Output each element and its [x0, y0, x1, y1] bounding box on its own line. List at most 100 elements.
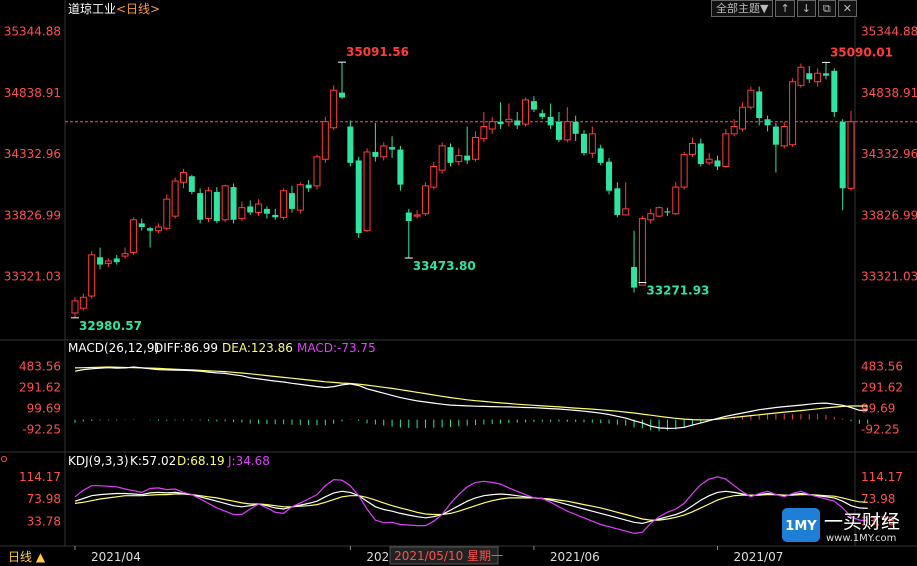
candle-down — [539, 113, 546, 117]
candle-up — [238, 207, 246, 220]
candle-down — [714, 160, 721, 167]
candle-down — [555, 121, 562, 140]
macd-tick-left: 291.62 — [19, 381, 61, 395]
theme-dropdown[interactable]: 全部主题▼ — [711, 0, 774, 17]
period-selector[interactable]: 日线 ▲ — [8, 550, 46, 564]
candle-down — [188, 176, 195, 192]
macd-tick-right: 99.69 — [861, 402, 895, 416]
candle-up — [71, 300, 79, 314]
candle-up — [179, 172, 187, 183]
stock-chart[interactable]: 35344.88 35344.88 34838.91 34838.91 34332.96… — [0, 0, 917, 566]
candle-up — [705, 158, 713, 164]
macd-tick-right: 483.56 — [861, 359, 903, 373]
candle-down — [372, 151, 379, 157]
chart-toolbar: 全部主题▼ ↑ ↓ ⧉ ✕ — [711, 0, 857, 17]
kdj-legend-k: K:57.02 — [130, 454, 176, 468]
x-tick-label: 2021/04 — [91, 550, 141, 564]
low-label: 33473.80 — [413, 259, 476, 273]
candle-down — [530, 101, 537, 110]
chart-period: <日线> — [116, 2, 160, 16]
candle-up — [622, 208, 630, 216]
price-tick-right: 34838.91 — [861, 86, 917, 100]
candle-up — [280, 190, 288, 218]
macd-legend-dea: DEA:123.86 — [222, 341, 293, 355]
price-tick-left: 33321.03 — [4, 270, 61, 284]
candle-up — [363, 151, 371, 232]
candle-up — [780, 126, 788, 147]
candle-down — [572, 121, 579, 134]
candle-down — [405, 212, 412, 221]
candle-down — [213, 191, 220, 221]
kdj-tick-right: 73.98 — [861, 492, 895, 506]
price-tick-left: 33826.99 — [4, 208, 61, 222]
candle-down — [113, 258, 120, 263]
macd-legend-macd: MACD:-73.75 — [297, 341, 376, 355]
candle-down — [355, 160, 362, 234]
candle-up — [655, 207, 663, 217]
arrow-up-icon[interactable]: ↑ — [775, 0, 795, 17]
macd-tick-right: 291.62 — [861, 381, 903, 395]
candle-down — [547, 116, 554, 126]
candle-down — [339, 92, 346, 98]
candle-up — [438, 145, 446, 171]
macd-tick-left: -92.25 — [22, 423, 61, 437]
watermark: 1MY 一买财经www.1MY.com — [782, 508, 900, 544]
candle-up — [313, 156, 321, 187]
close-icon[interactable]: ✕ — [837, 0, 857, 17]
price-tick-left: 34838.91 — [4, 86, 61, 100]
restore-icon[interactable]: ⧉ — [817, 0, 836, 17]
candle-up — [563, 121, 571, 141]
macd-legend-diff: DIFF:86.99 — [154, 341, 218, 355]
candle-up — [255, 203, 263, 214]
logo-text: 1MY — [785, 519, 817, 534]
candle-up — [472, 136, 480, 160]
candle-down — [597, 148, 604, 163]
arrow-down-icon[interactable]: ↓ — [796, 0, 816, 17]
candle-down — [447, 147, 454, 163]
candle-up — [638, 218, 646, 286]
candle-up — [814, 72, 822, 83]
candle-up — [413, 214, 421, 217]
kdj-legend-j: J:34.68 — [227, 454, 270, 468]
candle-up — [522, 99, 530, 125]
price-tick-left: 34332.96 — [4, 147, 61, 161]
chart-title: 道琼工业 — [68, 1, 116, 16]
low-label: 33271.93 — [646, 283, 709, 297]
candle-down — [580, 133, 587, 154]
candle-up — [588, 133, 596, 154]
candle-up — [680, 153, 688, 188]
candle-up — [647, 213, 655, 221]
candle-up — [205, 190, 213, 220]
candle-down — [806, 73, 813, 80]
candle-up — [121, 253, 129, 257]
kdj-d-line — [74, 493, 868, 521]
kdj-legend-name: KDJ(9,3,3) — [68, 454, 129, 468]
candle-up — [797, 66, 805, 86]
price-tick-right: 33321.03 — [861, 270, 917, 284]
price-tick-right: 34332.96 — [861, 147, 917, 161]
candle-up — [739, 106, 747, 130]
kdj-legend-d: D:68.19 — [177, 454, 225, 468]
price-tick-right: 35344.88 — [861, 25, 917, 39]
candle-up — [747, 89, 755, 108]
candle-down — [664, 211, 671, 213]
candle-up — [488, 121, 496, 130]
x-tick-label: 2021/06 — [550, 550, 600, 564]
candle-down — [263, 208, 270, 214]
candle-up — [171, 180, 179, 217]
macd-tick-right: -92.25 — [861, 423, 900, 437]
macd-tick-left: 99.69 — [27, 402, 61, 416]
macd-tick-left: 483.56 — [19, 359, 61, 373]
macd-legend-name: MACD(26,12,9) — [68, 341, 159, 355]
candle-up — [88, 254, 96, 297]
candle-down — [822, 73, 829, 76]
candle-down — [397, 149, 404, 185]
candle-down — [347, 126, 354, 163]
candle-down — [305, 184, 312, 189]
kdj-tick-right: 114.17 — [861, 470, 903, 484]
candle-down — [839, 121, 846, 189]
crosshair-date-label: 2021/05/10 星期一 — [394, 549, 503, 563]
candle-up — [847, 121, 855, 189]
kdj-tick-left: 73.98 — [27, 492, 61, 506]
candle-down — [631, 266, 638, 288]
